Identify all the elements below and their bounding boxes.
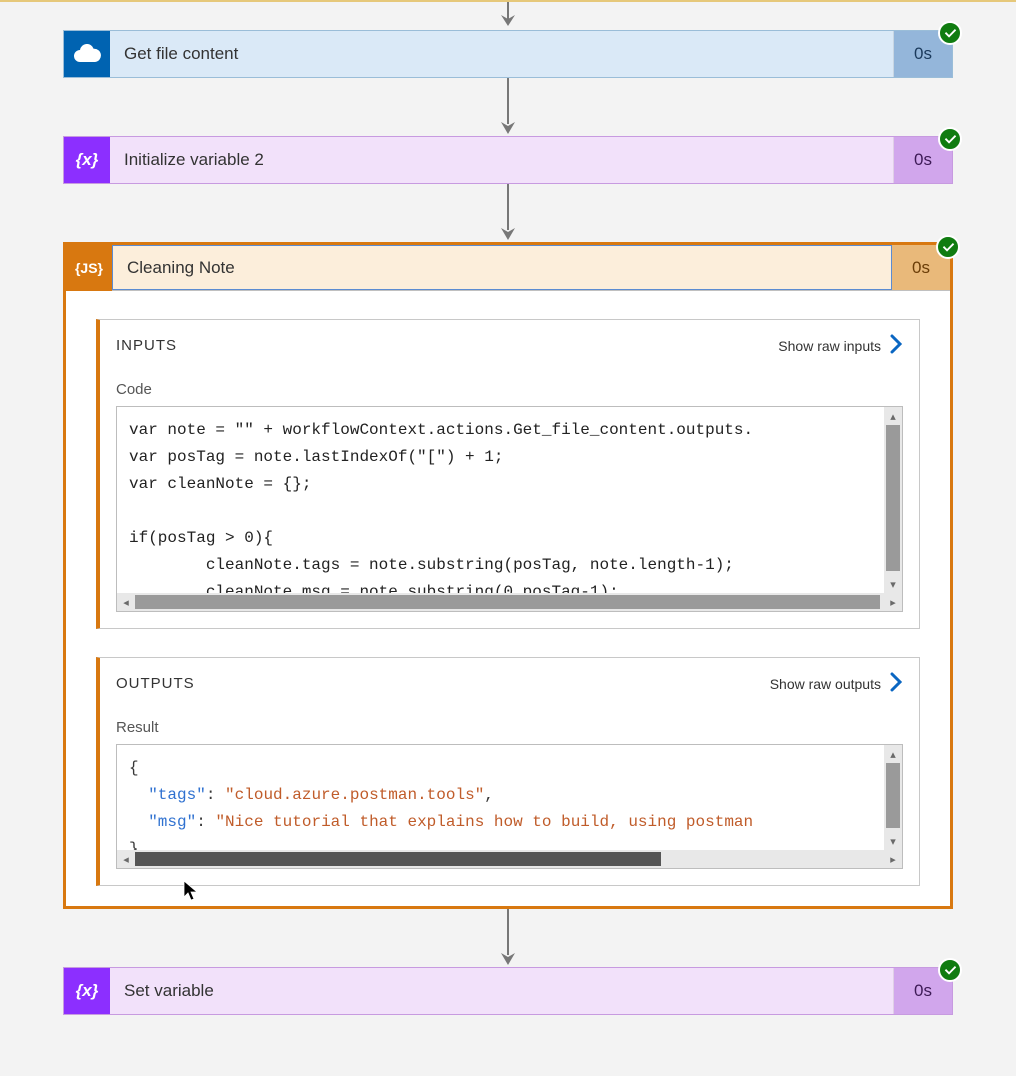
step-cleaning-note[interactable]: {JS} Cleaning Note 0s INPUTS Show raw in… [63, 242, 953, 909]
result-msg: "Nice tutorial that explains how to buil… [215, 813, 753, 831]
vertical-scrollbar[interactable]: ▴ ▾ [884, 745, 902, 850]
success-icon [936, 235, 960, 259]
scrollbar-thumb[interactable] [886, 425, 900, 571]
scroll-down-icon[interactable]: ▾ [884, 575, 902, 593]
flow-arrow [494, 78, 522, 136]
code-textarea[interactable]: var note = "" + workflowContext.actions.… [116, 406, 903, 612]
result-label: Result [100, 709, 919, 744]
inputs-label: INPUTS [116, 337, 177, 354]
success-icon [938, 127, 962, 151]
scroll-left-icon[interactable]: ◂ [117, 593, 135, 611]
flow-canvas: Get file content 0s {x} Initialize varia… [0, 2, 1016, 1035]
step-initialize-variable-2[interactable]: {x} Initialize variable 2 0s [63, 136, 953, 184]
code-content: var note = "" + workflowContext.actions.… [117, 407, 902, 612]
flow-arrow [494, 909, 522, 967]
horizontal-scrollbar[interactable]: ◂ ▸ [117, 850, 902, 868]
result-textarea[interactable]: { "tags": "cloud.azure.postman.tools", "… [116, 744, 903, 869]
cursor-icon [183, 880, 201, 904]
step-set-variable[interactable]: {x} Set variable 0s [63, 967, 953, 1015]
scroll-left-icon[interactable]: ◂ [117, 850, 135, 868]
step-get-file-content[interactable]: Get file content 0s [63, 30, 953, 78]
step-title: Cleaning Note [112, 245, 892, 290]
success-icon [938, 958, 962, 982]
scrollbar-thumb[interactable] [135, 852, 661, 866]
step-title: Set variable [110, 968, 894, 1014]
flow-arrow [494, 2, 522, 30]
cloud-icon [64, 31, 110, 77]
step-title: Initialize variable 2 [110, 137, 894, 183]
chevron-right-icon [889, 334, 903, 357]
step-title: Get file content [110, 31, 894, 77]
inputs-panel: INPUTS Show raw inputs Code var note = "… [96, 319, 920, 629]
show-raw-inputs-link[interactable]: Show raw inputs [778, 334, 903, 357]
scrollbar-thumb[interactable] [135, 595, 880, 609]
result-tags: "cloud.azure.postman.tools" [225, 786, 484, 804]
scroll-right-icon[interactable]: ▸ [884, 850, 902, 868]
outputs-panel: OUTPUTS Show raw outputs Result { "tags"… [96, 657, 920, 886]
success-icon [938, 21, 962, 45]
scroll-right-icon[interactable]: ▸ [884, 593, 902, 611]
scroll-up-icon[interactable]: ▴ [884, 745, 902, 763]
chevron-right-icon [889, 672, 903, 695]
show-raw-outputs-link[interactable]: Show raw outputs [770, 672, 903, 695]
variable-icon: {x} [64, 137, 110, 183]
flow-arrow [494, 184, 522, 242]
code-label: Code [100, 371, 919, 406]
vertical-scrollbar[interactable]: ▴ ▾ [884, 407, 902, 593]
javascript-icon: {JS} [66, 245, 112, 291]
variable-icon: {x} [64, 968, 110, 1014]
outputs-label: OUTPUTS [116, 675, 195, 692]
step-body: INPUTS Show raw inputs Code var note = "… [66, 291, 950, 906]
horizontal-scrollbar[interactable]: ◂ ▸ [117, 593, 902, 611]
scroll-down-icon[interactable]: ▾ [884, 832, 902, 850]
scroll-up-icon[interactable]: ▴ [884, 407, 902, 425]
scrollbar-thumb[interactable] [886, 763, 900, 828]
